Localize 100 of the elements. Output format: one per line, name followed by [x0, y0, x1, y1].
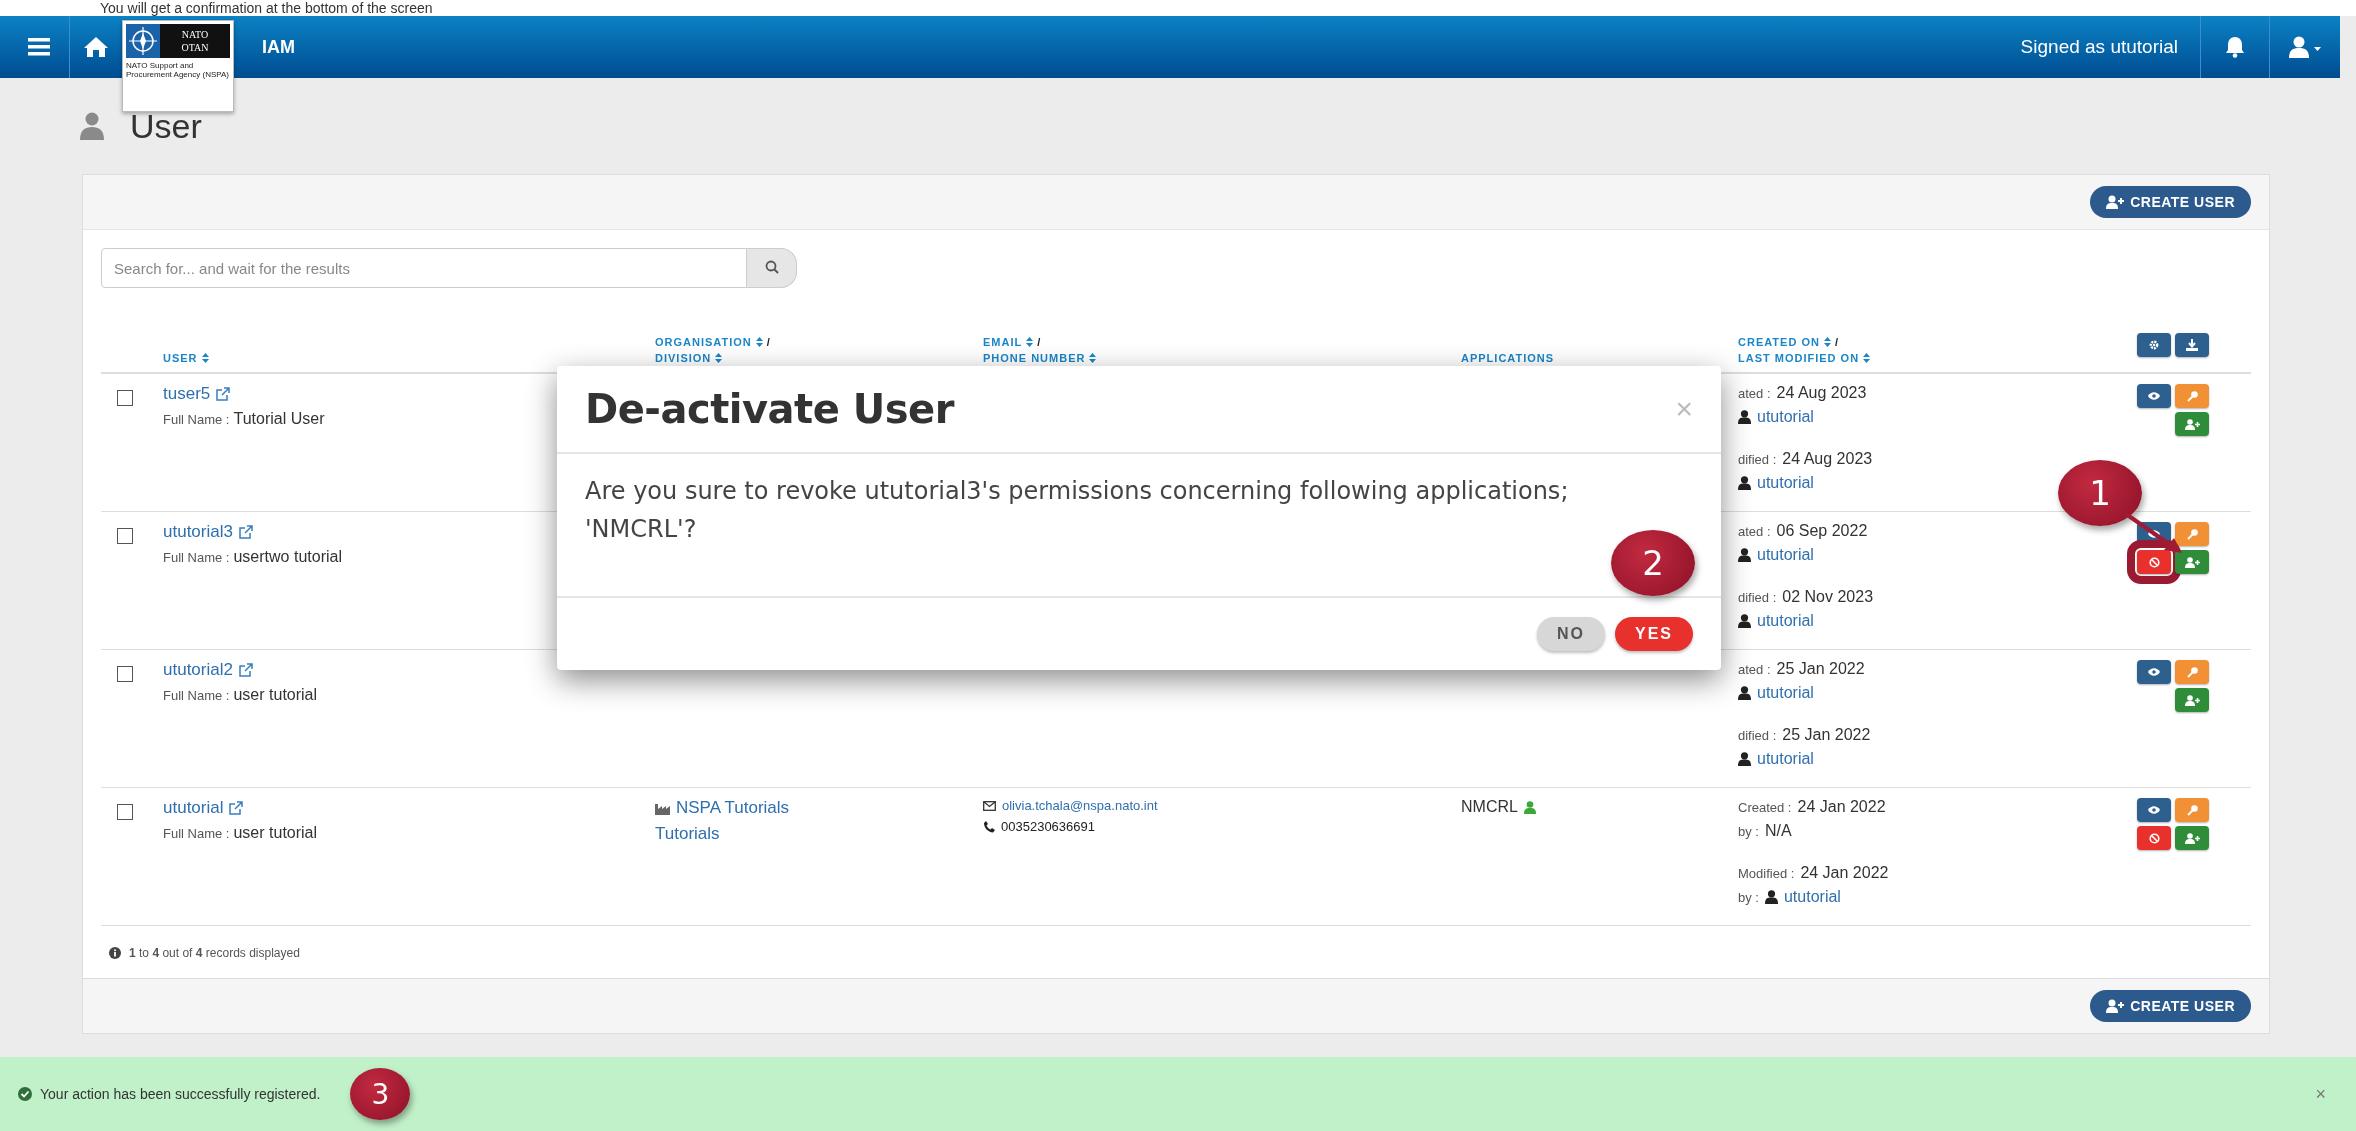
gear-icon[interactable]: [2148, 339, 2160, 351]
user-link[interactable]: ututorial: [1757, 546, 1814, 564]
sort-icon[interactable]: [1823, 337, 1831, 347]
row-checkbox[interactable]: [117, 390, 133, 406]
header-separator: /: [766, 335, 770, 350]
user-icon: [1738, 476, 1751, 490]
deactivate-button[interactable]: [2137, 826, 2171, 850]
sort-icon[interactable]: [715, 353, 723, 363]
download-button[interactable]: [2175, 333, 2209, 357]
external-link-icon[interactable]: [238, 663, 253, 677]
add-user-button[interactable]: [2175, 550, 2209, 574]
row-checkbox[interactable]: [117, 804, 133, 820]
full-name-value: Tutorial User: [233, 410, 325, 428]
full-name-value: user tutorial: [233, 824, 318, 842]
add-user-icon[interactable]: [2184, 418, 2200, 430]
ban-icon[interactable]: [2148, 832, 2160, 844]
ban-icon[interactable]: [2148, 556, 2160, 568]
date-value: 06 Sep 2022: [1776, 522, 1868, 540]
user-icon: [1738, 686, 1751, 700]
envelope-icon: [983, 800, 996, 811]
date-value: 24 Jan 2022: [1800, 864, 1889, 882]
user-link[interactable]: tuser5: [163, 384, 211, 404]
add-user-icon[interactable]: [2184, 832, 2200, 844]
sort-icon[interactable]: [1089, 353, 1097, 363]
sort-icon[interactable]: [201, 353, 209, 363]
row-checkbox[interactable]: [117, 666, 133, 682]
search-icon[interactable]: [764, 259, 779, 274]
search-button[interactable]: [747, 248, 797, 288]
cancel-button[interactable]: NO: [1537, 617, 1605, 651]
confirm-button[interactable]: YES: [1615, 617, 1693, 651]
column-header[interactable]: ORGANISATION: [655, 334, 752, 350]
user-link[interactable]: ututorial: [163, 798, 224, 818]
organisation-link[interactable]: NSPA Tutorials: [676, 798, 790, 818]
step-marker: 1: [2058, 460, 2142, 526]
header-separator: /: [1037, 335, 1041, 350]
date-label: dified :: [1738, 589, 1777, 605]
column-header[interactable]: DIVISION: [655, 350, 712, 366]
external-link-icon[interactable]: [229, 801, 244, 815]
eye-icon[interactable]: [2148, 668, 2160, 676]
view-button[interactable]: [2137, 660, 2171, 684]
view-button[interactable]: [2137, 384, 2171, 408]
eye-icon[interactable]: [2148, 392, 2160, 400]
date-value: 25 Jan 2022: [1782, 726, 1871, 744]
user-link[interactable]: ututorial: [1757, 408, 1814, 426]
eye-icon[interactable]: [2148, 530, 2160, 538]
sort-icon[interactable]: [1863, 353, 1871, 363]
column-header[interactable]: LAST MODIFIED ON: [1738, 350, 1860, 366]
column-header[interactable]: EMAIL: [983, 334, 1023, 350]
records-info: 1 to 4 out of 4 records displayed: [129, 946, 300, 960]
key-icon[interactable]: [2186, 390, 2198, 402]
create-user-button[interactable]: CREATE USER: [2090, 186, 2251, 218]
column-header[interactable]: CREATED ON: [1738, 334, 1820, 350]
bell-icon[interactable]: [2225, 36, 2245, 58]
date-value: 24 Jan 2022: [1797, 798, 1886, 816]
view-button[interactable]: [2137, 798, 2171, 822]
eye-icon[interactable]: [2148, 806, 2160, 814]
sort-icon[interactable]: [1026, 337, 1034, 347]
user-icon: [80, 112, 104, 140]
user-caret-icon[interactable]: [2288, 36, 2322, 58]
user-link[interactable]: ututorial: [1783, 888, 1841, 906]
user-icon: [1738, 752, 1751, 766]
external-link-icon[interactable]: [216, 387, 231, 401]
add-user-icon[interactable]: [2106, 999, 2125, 1013]
date-value: 24 Aug 2023: [1776, 384, 1867, 402]
column-header[interactable]: APPLICATIONS: [1461, 350, 1555, 366]
user-link[interactable]: ututorial2: [163, 660, 233, 680]
home-icon[interactable]: [83, 36, 109, 58]
step-marker: 2: [1611, 530, 1695, 596]
add-user-button[interactable]: [2175, 688, 2209, 712]
key-icon[interactable]: [2186, 528, 2198, 540]
add-user-icon[interactable]: [2184, 694, 2200, 706]
full-name-label: Full Name :: [163, 688, 230, 703]
division-link[interactable]: Tutorials: [655, 824, 983, 844]
user-link[interactable]: ututorial: [1757, 750, 1814, 768]
notifications-button[interactable]: [2200, 16, 2270, 78]
column-header[interactable]: PHONE NUMBER: [983, 350, 1086, 366]
user-link[interactable]: ututorial3: [163, 522, 233, 542]
user-link[interactable]: ututorial: [1757, 474, 1814, 492]
column-header[interactable]: USER: [163, 350, 198, 366]
user-link[interactable]: ututorial: [1757, 684, 1814, 702]
sort-icon[interactable]: [755, 337, 763, 347]
key-icon[interactable]: [2186, 666, 2198, 678]
date-value: 25 Jan 2022: [1776, 660, 1865, 678]
by-label: by :: [1738, 823, 1759, 839]
close-button[interactable]: ×: [2309, 1082, 2332, 1106]
menu-icon[interactable]: [27, 38, 50, 56]
download-icon[interactable]: [2186, 339, 2198, 351]
create-user-button[interactable]: CREATE USER: [2090, 990, 2251, 1022]
add-user-button[interactable]: [2175, 412, 2209, 436]
email-link[interactable]: olivia.tchala@nspa.nato.int: [1002, 798, 1158, 813]
add-user-icon[interactable]: [2184, 556, 2200, 568]
external-link-icon[interactable]: [238, 525, 253, 539]
key-icon[interactable]: [2186, 804, 2198, 816]
add-user-button[interactable]: [2175, 826, 2209, 850]
settings-button[interactable]: [2137, 333, 2171, 357]
user-link[interactable]: ututorial: [1757, 612, 1814, 630]
date-label: ated :: [1738, 385, 1771, 401]
search-field[interactable]: Search for... and wait for the results: [101, 248, 747, 288]
row-checkbox[interactable]: [117, 528, 133, 544]
add-user-icon[interactable]: [2106, 195, 2125, 209]
